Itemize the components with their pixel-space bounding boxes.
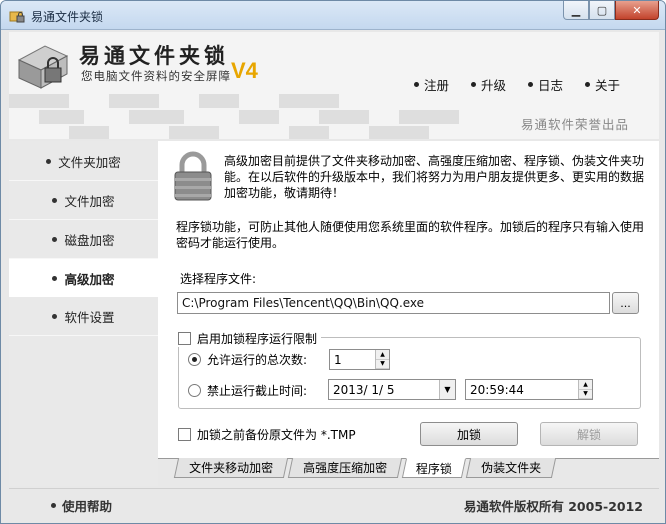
tab-folder-move-encrypt[interactable]: 文件夹移动加密: [173, 458, 289, 478]
run-count-stepper[interactable]: 1 ▲ ▼: [329, 349, 390, 370]
window-title: 易通文件夹锁: [31, 10, 104, 24]
select-program-label: 选择程序文件:: [180, 272, 257, 286]
padlock-icon: [174, 151, 212, 201]
tab-strip: 文件夹移动加密 高强度压缩加密 程序锁 伪装文件夹: [158, 458, 659, 480]
decrement-icon[interactable]: ▼: [376, 359, 389, 369]
time-value: 20:59:44: [470, 383, 524, 397]
radio-button[interactable]: [188, 384, 201, 397]
deadline-date-picker[interactable]: 2013/ 1/ 5 ▼: [328, 379, 456, 400]
date-value: 2013/ 1/ 5: [333, 383, 395, 397]
deadline-time-picker[interactable]: 20:59:44 ▲ ▼: [465, 379, 593, 400]
close-icon: ✕: [632, 3, 642, 17]
browse-button[interactable]: ...: [612, 292, 639, 314]
checkbox-box[interactable]: [178, 428, 191, 441]
header-banner: 易通文件夹锁 您电脑文件资料的安全屏障 V4 注册 升级 日志 关于 易通软件荣…: [9, 32, 659, 139]
app-window: 易通文件夹锁 ▁ ▢ ✕ 易通文件夹锁 您电脑文件资料的安全屏障 V4 注册 升…: [0, 0, 666, 524]
bullet-icon: [52, 314, 58, 319]
radio-run-count[interactable]: 允许运行的总次数:: [188, 351, 307, 368]
bullet-icon: [52, 198, 58, 203]
tab-program-lock[interactable]: 程序锁: [401, 458, 467, 478]
caption-buttons: ▁ ▢ ✕: [563, 1, 659, 21]
nav-upgrade[interactable]: 升级: [471, 75, 506, 94]
increment-icon[interactable]: ▲: [579, 380, 592, 390]
description-intro: 高级加密目前提供了文件夹移动加密、高强度压缩加密、程序锁、伪装文件夹功能。在以后…: [224, 154, 645, 200]
stepper-arrows: ▲ ▼: [578, 380, 592, 399]
chevron-down-icon[interactable]: ▼: [439, 380, 455, 399]
backup-checkbox[interactable]: 加锁之前备份原文件为 *.TMP: [178, 426, 356, 443]
maximize-icon: ▢: [596, 3, 608, 17]
logo-icon: [17, 45, 69, 89]
sidebar-item-folder-encrypt[interactable]: 文件夹加密: [9, 143, 158, 181]
stepper-arrows: ▲ ▼: [375, 350, 389, 369]
tab-disguise-folder[interactable]: 伪装文件夹: [465, 458, 557, 478]
sidebar-item-advanced-encrypt[interactable]: 高级加密: [9, 259, 158, 297]
sidebar-item-settings[interactable]: 软件设置: [9, 298, 158, 336]
lock-button[interactable]: 加锁: [420, 422, 518, 446]
bullet-icon: [528, 82, 534, 87]
decrement-icon[interactable]: ▼: [579, 389, 592, 399]
help-link[interactable]: 使用帮助: [51, 496, 112, 515]
tab-compress-encrypt[interactable]: 高强度压缩加密: [287, 458, 403, 478]
run-limit-checkbox[interactable]: 启用加锁程序运行限制: [178, 330, 322, 347]
program-path-input[interactable]: [177, 292, 610, 314]
app-title: 易通文件夹锁: [79, 44, 229, 68]
publisher-text: 易通软件荣誉出品: [520, 117, 629, 132]
folder-lock-icon: [9, 11, 25, 23]
app-subtitle: 您电脑文件资料的安全屏障: [81, 69, 231, 83]
radio-deadline[interactable]: 禁止运行截止时间:: [188, 382, 307, 399]
unlock-button[interactable]: 解锁: [540, 422, 638, 446]
bullet-icon: [52, 275, 58, 281]
bullet-icon: [585, 82, 591, 87]
description-program-lock: 程序锁功能，可防止其他人随便使用您系统里面的软件程序。加锁后的程序只有输入使用密…: [176, 220, 645, 250]
main-content: 高级加密目前提供了文件夹移动加密、高强度压缩加密、程序锁、伪装文件夹功能。在以后…: [158, 141, 659, 458]
app-version: V4: [231, 58, 258, 83]
bullet-icon: [51, 503, 56, 508]
close-button[interactable]: ✕: [615, 1, 659, 20]
title-bar[interactable]: 易通文件夹锁 ▁ ▢ ✕: [1, 1, 665, 30]
radio-button[interactable]: [188, 353, 201, 366]
bullet-icon: [471, 82, 477, 87]
minimize-button[interactable]: ▁: [563, 1, 589, 20]
nav-about[interactable]: 关于: [585, 75, 620, 94]
increment-icon[interactable]: ▲: [376, 350, 389, 360]
bullet-icon: [414, 82, 419, 87]
maximize-button[interactable]: ▢: [589, 1, 615, 20]
bullet-icon: [52, 237, 58, 242]
copyright-text: 易通软件版权所有 2005-2012: [463, 499, 643, 514]
bullet-icon: [46, 159, 52, 164]
minimize-icon: ▁: [571, 3, 581, 17]
nav-register[interactable]: 注册: [414, 75, 449, 94]
sidebar: 文件夹加密 文件加密 磁盘加密 高级加密 软件设置: [9, 141, 158, 486]
sidebar-item-file-encrypt[interactable]: 文件加密: [9, 182, 158, 220]
checkbox-box[interactable]: [178, 332, 191, 345]
top-nav: 注册 升级 日志 关于: [414, 75, 642, 94]
footer: 使用帮助 易通软件版权所有 2005-2012: [9, 488, 659, 518]
sidebar-item-disk-encrypt[interactable]: 磁盘加密: [9, 221, 158, 259]
run-count-value: 1: [334, 353, 342, 367]
nav-log[interactable]: 日志: [528, 75, 563, 94]
